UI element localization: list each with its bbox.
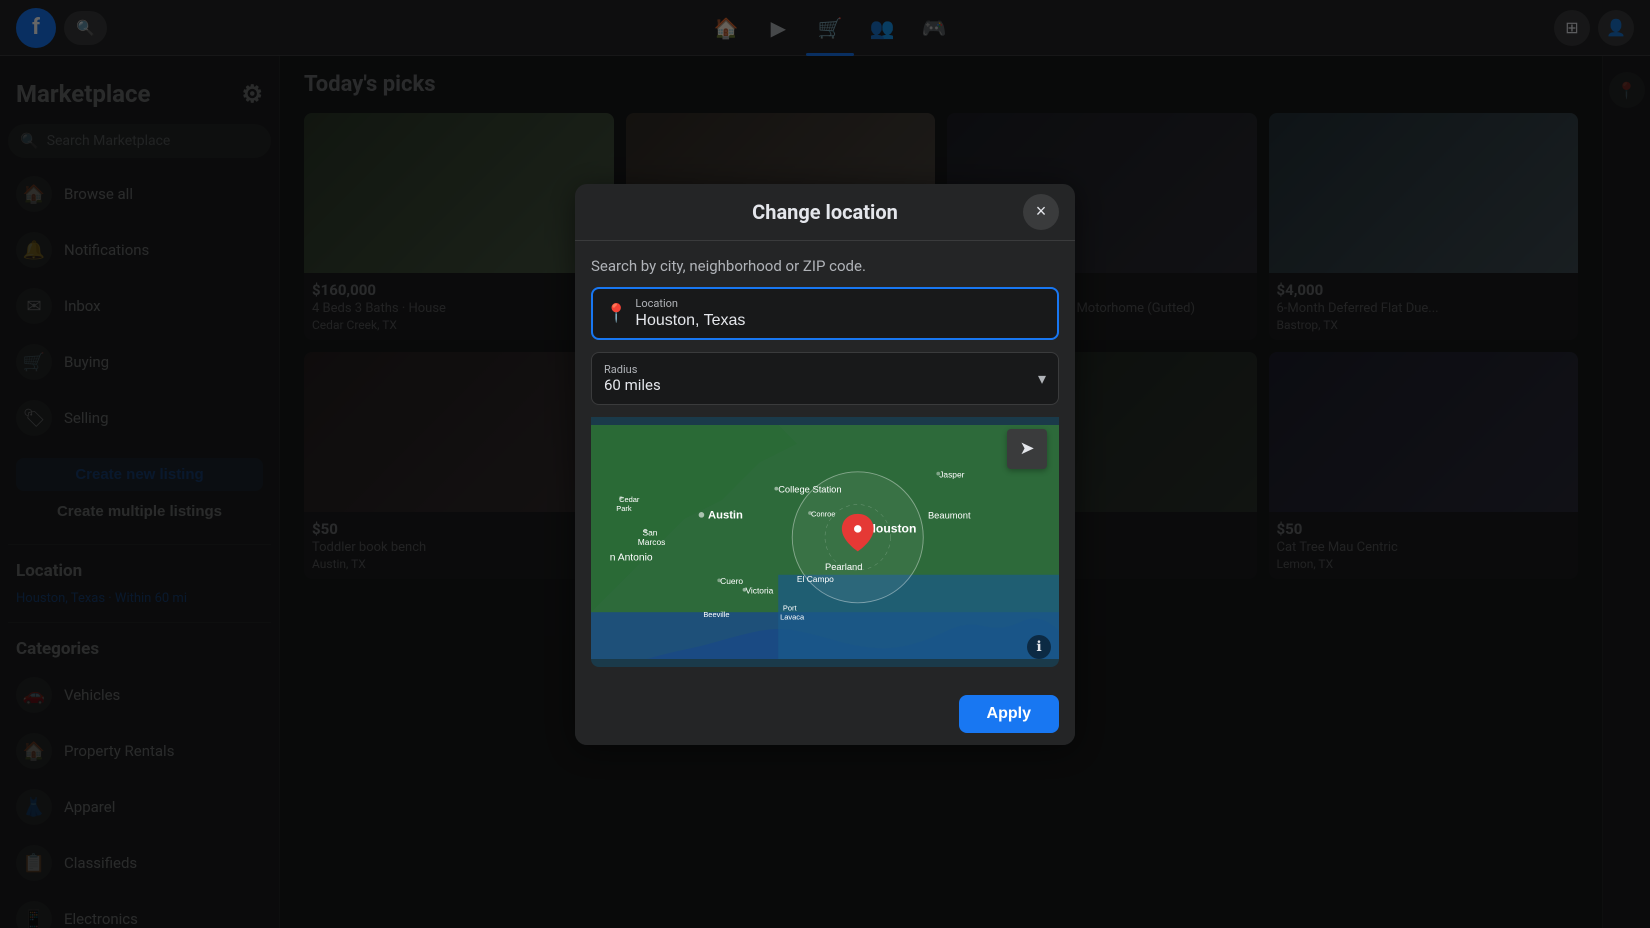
svg-text:n Antonio: n Antonio: [610, 552, 653, 563]
location-input-wrapper[interactable]: 📍 Location: [591, 287, 1059, 340]
info-icon: ℹ: [1036, 639, 1041, 655]
modal-footer: Apply: [575, 683, 1075, 745]
svg-text:Lavaca: Lavaca: [780, 612, 805, 621]
location-pin-icon: 📍: [605, 303, 627, 324]
svg-text:Beeville: Beeville: [703, 609, 729, 618]
modal-close-button[interactable]: ×: [1023, 194, 1059, 230]
svg-text:Park: Park: [616, 504, 632, 513]
map-info-button[interactable]: ℹ: [1027, 635, 1051, 659]
map-area: Austin College Station Beaumont Houston …: [591, 417, 1059, 667]
svg-text:Houston: Houston: [867, 521, 916, 535]
modal-overlay[interactable]: Change location × Search by city, neighb…: [0, 0, 1650, 928]
location-input[interactable]: [635, 312, 1045, 330]
modal-subtitle: Search by city, neighborhood or ZIP code…: [591, 257, 1059, 275]
svg-text:Victoria: Victoria: [745, 585, 773, 595]
radius-label: Radius: [604, 363, 661, 376]
map-location-button[interactable]: ➤: [1007, 429, 1047, 469]
radius-value: 60 miles: [604, 376, 661, 394]
svg-text:Marcos: Marcos: [638, 536, 666, 546]
modal-body: Search by city, neighborhood or ZIP code…: [575, 241, 1075, 683]
location-label: Location: [635, 297, 1045, 310]
change-location-modal: Change location × Search by city, neighb…: [575, 184, 1075, 745]
svg-text:Conroe: Conroe: [811, 509, 836, 518]
svg-text:Cuero: Cuero: [720, 576, 743, 586]
svg-text:Port: Port: [783, 603, 798, 612]
radius-info: Radius 60 miles: [604, 363, 661, 394]
modal-header: Change location ×: [575, 184, 1075, 241]
apply-button[interactable]: Apply: [959, 695, 1059, 733]
location-input-inner: Location: [635, 297, 1045, 330]
gps-icon: ➤: [1019, 438, 1034, 459]
svg-text:Jasper: Jasper: [939, 469, 964, 479]
svg-text:Pearland: Pearland: [825, 562, 862, 572]
svg-text:College Station: College Station: [778, 484, 841, 494]
radius-chevron-icon: ▾: [1038, 369, 1046, 388]
svg-text:Beaumont: Beaumont: [928, 510, 971, 520]
modal-title: Change location: [752, 200, 898, 224]
svg-text:Austin: Austin: [708, 509, 743, 521]
map-svg: Austin College Station Beaumont Houston …: [591, 417, 1059, 667]
svg-text:El Campo: El Campo: [797, 574, 834, 584]
radius-selector[interactable]: Radius 60 miles ▾: [591, 352, 1059, 405]
